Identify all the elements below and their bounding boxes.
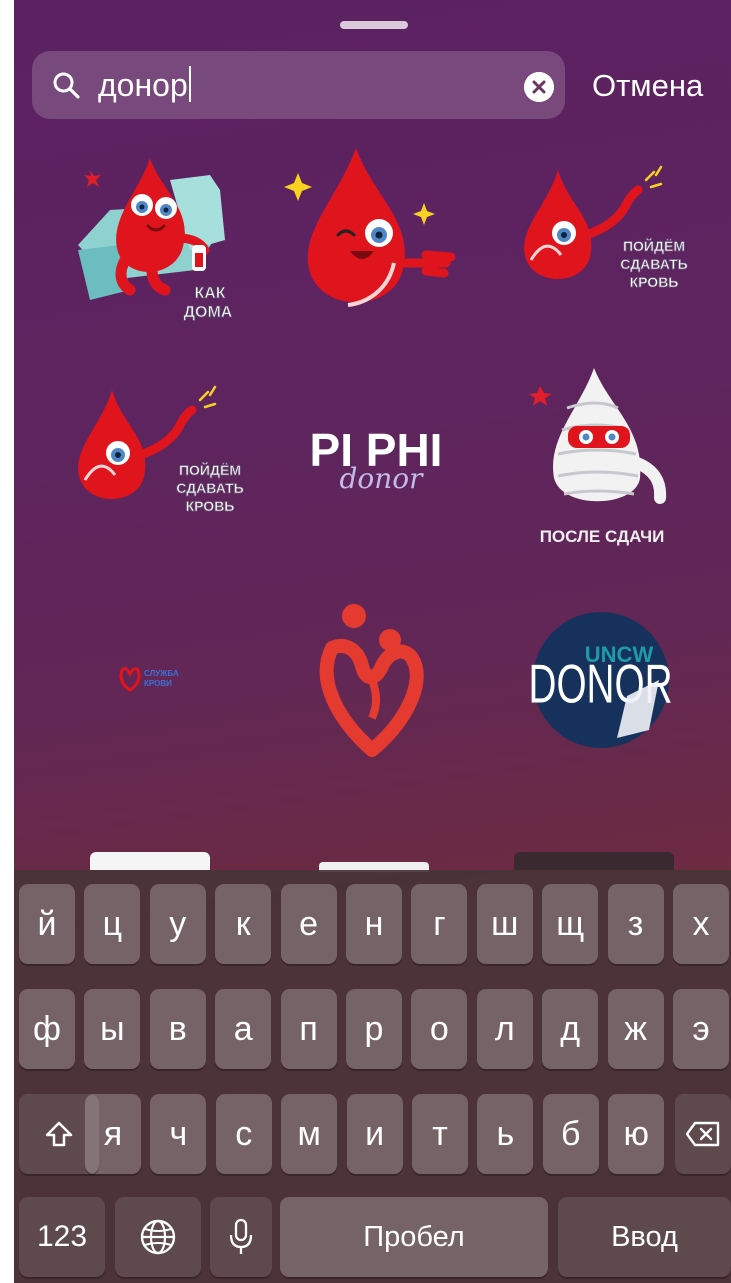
search-icon (53, 72, 80, 99)
sticker-partial-3[interactable] (514, 852, 674, 870)
sticker-search-field[interactable]: донор (32, 51, 565, 119)
key-э[interactable]: э (673, 989, 729, 1069)
key-ч[interactable]: ч (150, 1094, 207, 1174)
key-ц[interactable]: ц (84, 884, 141, 964)
sticker-uncw-donor-badge[interactable]: UNCW DONOR (528, 610, 673, 750)
svg-text:СДАВАТЬ: СДАВАТЬ (620, 256, 687, 272)
key-й[interactable]: й (19, 884, 75, 964)
key-ш[interactable]: ш (476, 884, 533, 964)
globe-key[interactable] (115, 1197, 201, 1277)
sticker-pi-phi-donor[interactable]: PI PHI donor (284, 420, 469, 495)
sheet-grabber[interactable] (340, 21, 408, 29)
key-ь[interactable]: ь (477, 1094, 534, 1174)
svg-text:КРОВИ: КРОВИ (144, 679, 172, 688)
key-н[interactable]: н (346, 884, 402, 964)
sticker-blood-drop-wink[interactable] (276, 143, 461, 318)
svg-text:СЛУЖБА: СЛУЖБА (144, 669, 179, 678)
key-д[interactable]: д (542, 989, 599, 1069)
key-с[interactable]: с (215, 1094, 272, 1174)
sticker-heart-figures-logo[interactable] (318, 600, 428, 760)
key-л[interactable]: л (476, 989, 533, 1069)
keyboard: йцукенгшщзх фывапролджэ ячсмитьбю 123 Пр… (14, 870, 731, 1283)
dictation-key[interactable] (210, 1197, 272, 1277)
svg-text:ПОЙДЁМ: ПОЙДЁМ (623, 237, 685, 254)
key-з[interactable]: з (607, 884, 664, 964)
sticker-sluzhba-krovi-logo[interactable]: СЛУЖБА КРОВИ (116, 660, 186, 696)
key-р[interactable]: р (346, 989, 402, 1069)
svg-text:КАК: КАК (194, 285, 225, 302)
delete-key[interactable] (675, 1094, 731, 1174)
shift-icon (45, 1121, 73, 1147)
sticker-blood-drop-poydem-1[interactable]: ПОЙДЁМ СДАВАТЬ КРОВЬ (506, 165, 696, 300)
sticker-blood-drop-kak-doma[interactable]: КАК ДОМА (70, 150, 240, 325)
sticker-bandaged-drop[interactable]: ПОСЛЕ СДАЧИ (522, 368, 692, 548)
key-ы[interactable]: ы (84, 989, 141, 1069)
svg-text:ПОЙДЁМ: ПОЙДЁМ (179, 461, 241, 478)
svg-text:ПОСЛЕ СДАЧИ: ПОСЛЕ СДАЧИ (540, 527, 665, 546)
sticker-search-sheet: донор Отмена КАК ДОМА ПОЙДЁМ СДАВАТЬ КРО… (14, 0, 731, 1283)
microphone-icon (229, 1218, 253, 1254)
key-ж[interactable]: ж (607, 989, 664, 1069)
globe-icon (140, 1219, 176, 1255)
search-input[interactable]: донор (98, 67, 188, 103)
svg-text:ДОМА: ДОМА (184, 304, 233, 321)
svg-text:СДАВАТЬ: СДАВАТЬ (176, 480, 243, 496)
key-о[interactable]: о (411, 989, 468, 1069)
svg-text:donor: donor (339, 462, 424, 495)
key-щ[interactable]: щ (542, 884, 599, 964)
key-т[interactable]: т (412, 1094, 468, 1174)
key-ю[interactable]: ю (608, 1094, 665, 1174)
cancel-button[interactable]: Отмена (592, 67, 703, 105)
shift-key[interactable] (19, 1094, 99, 1174)
key-г[interactable]: г (411, 884, 468, 964)
clear-search-icon[interactable] (524, 72, 554, 102)
svg-text:КРОВЬ: КРОВЬ (186, 498, 235, 514)
key-м[interactable]: м (281, 1094, 338, 1174)
key-к[interactable]: к (215, 884, 272, 964)
svg-text:КРОВЬ: КРОВЬ (630, 274, 679, 290)
key-п[interactable]: п (280, 989, 337, 1069)
key-х[interactable]: х (673, 884, 729, 964)
key-у[interactable]: у (149, 884, 206, 964)
space-key[interactable]: Пробел (280, 1197, 548, 1277)
key-ф[interactable]: ф (19, 989, 75, 1069)
key-в[interactable]: в (149, 989, 206, 1069)
sticker-blood-drop-poydem-2[interactable]: ПОЙДЁМ СДАВАТЬ КРОВЬ (60, 385, 250, 520)
key-б[interactable]: б (542, 1094, 599, 1174)
text-caret (188, 66, 191, 102)
numbers-key[interactable]: 123 (19, 1197, 105, 1277)
key-е[interactable]: е (280, 884, 337, 964)
key-а[interactable]: а (215, 989, 272, 1069)
delete-icon (685, 1121, 720, 1147)
key-и[interactable]: и (346, 1094, 403, 1174)
return-key[interactable]: Ввод (558, 1197, 731, 1277)
sticker-partial-1[interactable] (90, 852, 210, 870)
